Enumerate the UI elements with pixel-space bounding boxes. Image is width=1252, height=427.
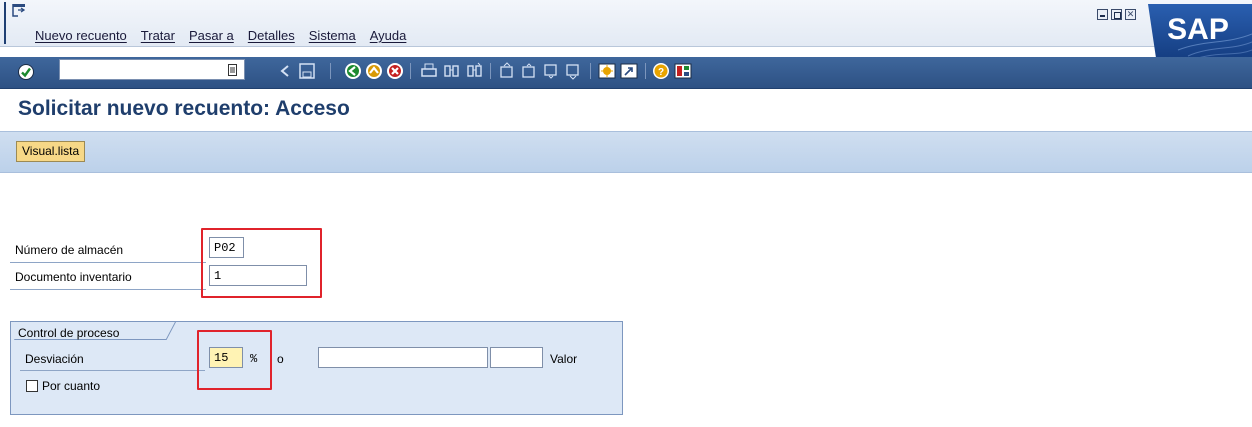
por-cuanto-checkbox[interactable] — [26, 380, 38, 392]
find-icon[interactable] — [443, 62, 461, 80]
page-title: Solicitar nuevo recuento: Acceso — [18, 97, 350, 120]
menu-item-ayuda[interactable]: Ayuda — [370, 28, 407, 43]
highlight-box-fields — [201, 228, 322, 298]
documento-label: Documento inventario — [15, 270, 132, 284]
menu-item-nuevo-recuento[interactable]: Nuevo recuento — [35, 28, 127, 43]
exit-icon[interactable] — [365, 62, 383, 80]
menu-bar: Nuevo recuento Tratar Pasar a Detalles S… — [0, 0, 1252, 47]
cancel-icon[interactable] — [386, 62, 404, 80]
sap-logo: SAP — [1148, 4, 1252, 58]
menu-items: Nuevo recuento Tratar Pasar a Detalles S… — [35, 28, 406, 43]
menu-item-pasar-a[interactable]: Pasar a — [189, 28, 234, 43]
por-cuanto-label: Por cuanto — [42, 379, 101, 393]
o-label: o — [277, 352, 284, 366]
close-button[interactable]: ✕ — [1125, 9, 1136, 20]
command-field[interactable] — [59, 59, 245, 80]
menu-icon[interactable] — [12, 3, 26, 17]
label-underline — [10, 262, 206, 263]
highlight-box-desviacion — [197, 330, 272, 390]
save-icon[interactable] — [298, 62, 316, 80]
process-control-title: Control de proceso — [18, 326, 120, 340]
new-session-icon[interactable] — [598, 62, 616, 80]
ok-icon[interactable] — [18, 64, 34, 80]
layout-icon[interactable] — [674, 62, 692, 80]
menu-item-sistema[interactable]: Sistema — [309, 28, 356, 43]
menu-item-tratar[interactable]: Tratar — [141, 28, 175, 43]
toolbar-separator — [590, 63, 591, 79]
back-nav-icon[interactable] — [344, 62, 362, 80]
help-icon[interactable]: ? — [652, 62, 670, 80]
back-icon[interactable] — [276, 62, 294, 80]
label-underline — [10, 289, 206, 290]
almacen-label: Número de almacén — [15, 243, 124, 257]
minimize-button[interactable] — [1097, 9, 1108, 20]
menu-item-detalles[interactable]: Detalles — [248, 28, 295, 43]
maximize-button[interactable] — [1111, 9, 1122, 20]
command-history-icon[interactable] — [228, 64, 238, 76]
last-page-icon[interactable] — [564, 62, 582, 80]
first-page-icon[interactable] — [498, 62, 516, 80]
application-toolbar — [0, 131, 1252, 173]
window-controls: ✕ — [1097, 9, 1136, 20]
valor-label: Valor — [550, 352, 578, 366]
sap-logo-text: SAP — [1167, 13, 1229, 46]
next-page-icon[interactable] — [542, 62, 560, 80]
label-underline — [20, 370, 205, 371]
visual-lista-button[interactable]: Visual.lista — [16, 141, 86, 162]
valor-unit-input[interactable] — [490, 347, 543, 368]
shortcut-icon[interactable] — [620, 62, 638, 80]
toolbar-separator — [330, 63, 331, 79]
prev-page-icon[interactable] — [520, 62, 538, 80]
desviacion-label: Desviación — [25, 352, 84, 366]
toolbar-separator — [410, 63, 411, 79]
menu-bar-edge — [4, 2, 6, 44]
valor-input[interactable] — [318, 347, 488, 368]
print-icon[interactable] — [420, 62, 438, 80]
toolbar-separator — [490, 63, 491, 79]
toolbar-separator — [645, 63, 646, 79]
find-next-icon[interactable] — [466, 62, 484, 80]
svg-text:?: ? — [658, 67, 664, 78]
